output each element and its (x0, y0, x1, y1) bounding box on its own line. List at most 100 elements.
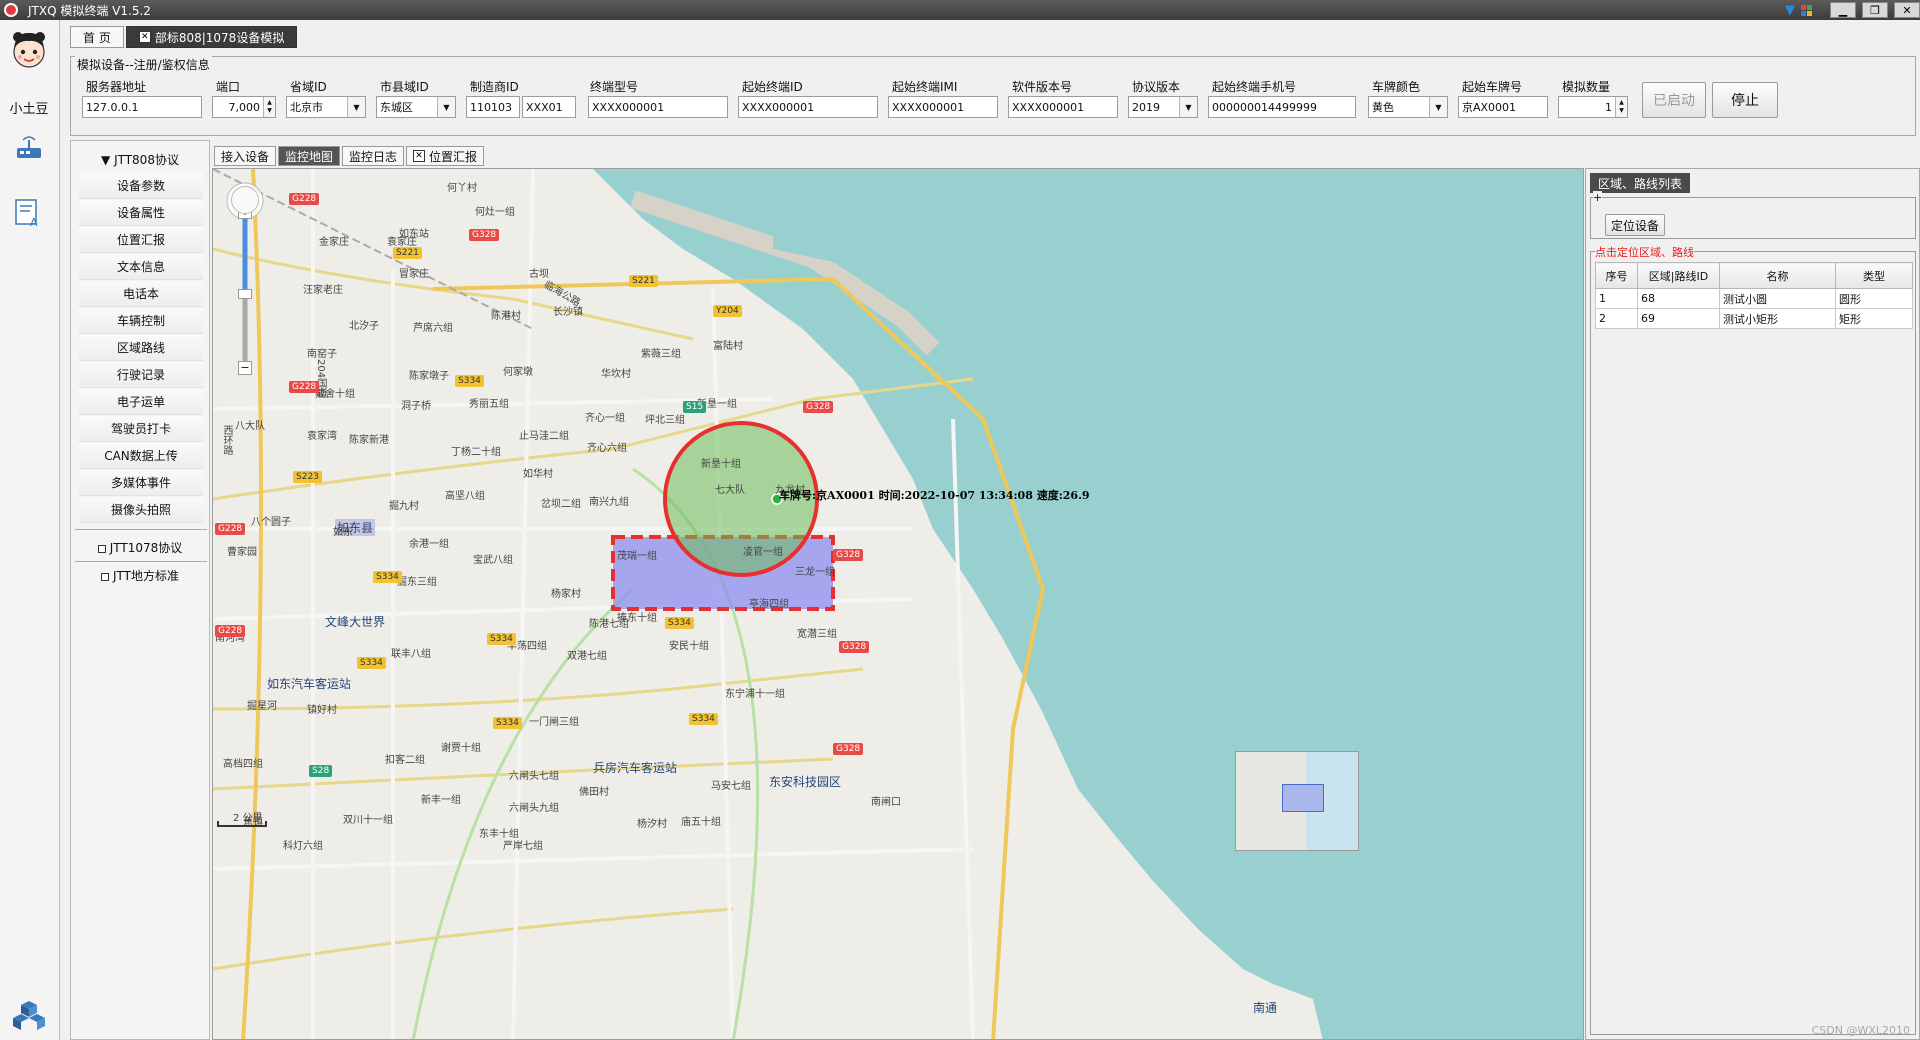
menu-driver-checkin[interactable]: 驾驶员打卡 (79, 416, 203, 442)
overview-minimap[interactable] (1235, 751, 1359, 851)
column-header[interactable]: 名称 (1719, 262, 1836, 289)
map-label: 一门闸三组 (529, 717, 579, 728)
menu-text-info[interactable]: 文本信息 (79, 254, 203, 280)
map-label: 芦席六组 (413, 323, 453, 334)
column-header[interactable]: 区域|路线ID (1637, 262, 1720, 289)
map-label: 安民十组 (669, 641, 709, 652)
road-shield: S334 (665, 617, 694, 629)
menu-location-report[interactable]: 位置汇报 (79, 227, 203, 253)
started-button[interactable]: 已启动 (1642, 82, 1706, 118)
sim-count-spin-icon[interactable]: ▲ ▼ (1615, 97, 1627, 117)
tab-location-report[interactable]: ✕ 位置汇报 (406, 146, 485, 166)
jtt808-group[interactable]: ▼ JTT808协议 (71, 151, 209, 168)
region-panel-tab[interactable]: 区域、路线列表 (1590, 173, 1691, 193)
manufacturer-suffix-input[interactable]: XXX01 (522, 96, 576, 118)
province-select[interactable]: 北京市 ▼ (286, 96, 366, 118)
map-label: 如华村 (523, 469, 553, 480)
map-label: 佛田村 (579, 787, 609, 798)
monitor-map[interactable]: + − 如东站 何丫村 何灶一组 金家庄 袁家庄 冒家庄 汪家老庄 古坝 长沙镇… (212, 168, 1584, 1040)
map-label: 庙五十组 (681, 817, 721, 828)
close-tab-icon[interactable]: ✕ (413, 150, 426, 162)
cubes-icon[interactable] (12, 998, 46, 1032)
map-label: 齐心六组 (587, 443, 627, 454)
software-version-input[interactable]: XXXX000001 (1008, 96, 1118, 118)
start-plate-input[interactable]: 京AX0001 (1458, 96, 1548, 118)
port-stepper[interactable]: 7,000 ▲ ▼ (212, 96, 276, 118)
protocol-version-select[interactable]: 2019 ▼ (1128, 96, 1198, 118)
manufacturer-input[interactable]: 110103 (466, 96, 520, 118)
menu-can-upload[interactable]: CAN数据上传 (79, 443, 203, 469)
avatar[interactable] (8, 28, 50, 70)
menu-device-attrs[interactable]: 设备属性 (79, 200, 203, 226)
city-value: 东城区 (380, 101, 413, 114)
column-header[interactable]: 类型 (1835, 262, 1913, 289)
sim-count-label: 模拟数量 (1562, 80, 1611, 94)
server-address-input[interactable]: 127.0.0.1 (82, 96, 202, 118)
menu-vehicle-control[interactable]: 车辆控制 (79, 308, 203, 334)
map-label: 杨汐村 (637, 819, 667, 830)
user-name: 小土豆 (9, 102, 49, 117)
start-terminal-id-input[interactable]: XXXX000001 (738, 96, 878, 118)
tab-device-sim[interactable]: ✕ 部标808|1078设备模拟 (125, 26, 298, 48)
pan-control[interactable] (231, 186, 259, 214)
city-select[interactable]: 东城区 ▼ (376, 96, 456, 118)
menu-phonebook[interactable]: 电话本 (79, 281, 203, 307)
tab-label: 位置汇报 (429, 149, 478, 164)
plate-color-value: 黄色 (1372, 101, 1394, 114)
checkbox-icon (101, 572, 109, 581)
column-header[interactable]: 序号 (1595, 262, 1638, 289)
locate-device-button[interactable]: 定位设备 (1605, 214, 1665, 236)
menu-device-params[interactable]: 设备参数 (79, 173, 203, 199)
local-standard-group[interactable]: JTT地方标准 (71, 567, 209, 584)
road-shield: S334 (357, 657, 386, 669)
map-label: 新垦十组 (701, 459, 741, 470)
table-row[interactable]: 1 68 测试小圆 圆形 (1595, 288, 1913, 309)
table-cell: 矩形 (1835, 308, 1913, 329)
device-router-icon[interactable] (12, 132, 46, 166)
road-shield: S334 (493, 717, 522, 729)
main-tabs: 首 页 ✕ 部标808|1078设备模拟 (70, 26, 299, 48)
terminal-model-input[interactable]: XXXX000001 (588, 96, 728, 118)
tab-access-device[interactable]: 接入设备 (214, 146, 277, 166)
close-tab-icon[interactable]: ✕ (138, 31, 151, 43)
table-row[interactable]: 2 69 测试小矩形 矩形 (1595, 308, 1913, 329)
window-title: JTXQ 模拟终端 V1.5.2 (28, 3, 151, 18)
tab-monitor-map[interactable]: 监控地图 (278, 146, 341, 166)
map-label: 陈家新港 (349, 435, 389, 446)
menu-camera-photo[interactable]: 摄像头拍照 (79, 497, 203, 523)
map-label: 科灯六组 (283, 841, 323, 852)
menu-driving-record[interactable]: 行驶记录 (79, 362, 203, 388)
plus-icon[interactable]: + (1593, 191, 1603, 204)
restore-button[interactable]: ❐ (1862, 2, 1888, 18)
port-spin-icon[interactable]: ▲ ▼ (263, 97, 275, 117)
sim-count-stepper[interactable]: 1 ▲ ▼ (1558, 96, 1628, 118)
map-label: 宝武八组 (473, 555, 513, 566)
menu-region-route[interactable]: 区域路线 (79, 335, 203, 361)
menu-e-waybill[interactable]: 电子运单 (79, 389, 203, 415)
zoom-slider-handle[interactable] (238, 289, 252, 299)
road-shield: S15 (683, 401, 707, 413)
map-label: 新丰一组 (421, 795, 461, 806)
map-label: 西环路 (221, 425, 232, 455)
road-shield: G328 (839, 641, 870, 653)
minimize-button[interactable]: ▁ (1830, 2, 1856, 18)
road-shield: S334 (373, 571, 402, 583)
port-label: 端口 (216, 80, 241, 94)
plate-color-select[interactable]: 黄色 ▼ (1368, 96, 1448, 118)
close-button[interactable]: ✕ (1894, 2, 1920, 18)
zoom-out-button[interactable]: − (238, 361, 252, 375)
stop-button[interactable]: 停止 (1712, 82, 1778, 118)
sim-count-value: 1 (1605, 100, 1612, 114)
tab-monitor-log[interactable]: 监控日志 (342, 146, 405, 166)
skin-grid-icon[interactable] (1801, 4, 1812, 16)
start-phone-input[interactable]: 000000014499999 (1208, 96, 1356, 118)
pin-icon[interactable]: ▼ (1785, 3, 1795, 18)
menu-media-event[interactable]: 多媒体事件 (79, 470, 203, 496)
translate-icon[interactable]: A (12, 196, 46, 230)
map-label: 亭海四组 (749, 599, 789, 610)
jtt1078-group[interactable]: JTT1078协议 (71, 539, 209, 556)
city-label: 市县域ID (380, 80, 429, 94)
map-label: 七大队 (715, 485, 745, 496)
tab-home[interactable]: 首 页 (70, 26, 124, 48)
start-terminal-imi-input[interactable]: XXXX000001 (888, 96, 998, 118)
